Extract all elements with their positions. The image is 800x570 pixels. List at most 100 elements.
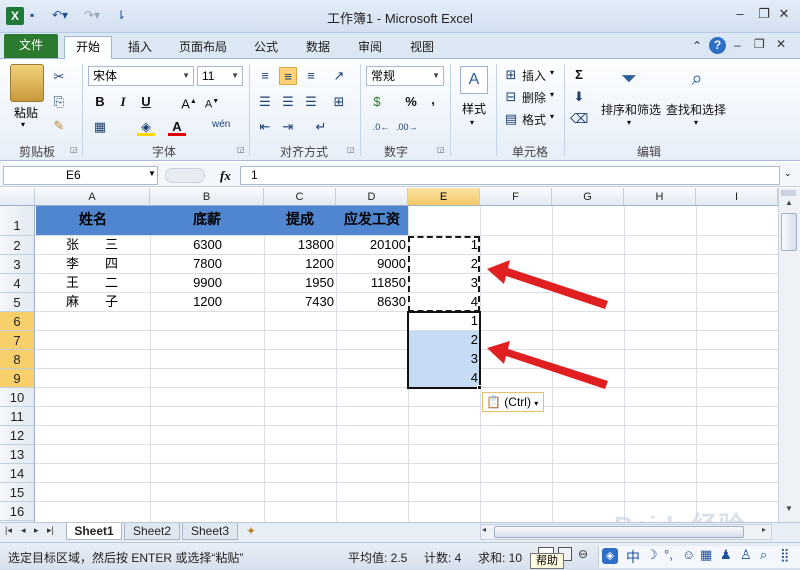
ime-user-icon[interactable]: ♙ [740,547,752,563]
decrease-font-icon[interactable]: A▼ [203,93,221,111]
phonetic-guide-button[interactable]: wén [212,119,230,130]
ime-punctuation-icon[interactable]: °, [664,547,673,562]
fill-icon[interactable]: ⬇ [570,88,588,106]
delete-dropdown-icon[interactable]: ▾ [550,90,554,99]
borders-icon[interactable]: ▦ [91,118,109,136]
delete-cells-icon[interactable]: ⊟ [502,88,520,106]
ime-emoji-icon[interactable]: ☺ [682,547,695,562]
sheet-tab-sheet3[interactable]: Sheet3 [182,523,238,540]
bold-button[interactable]: B [91,93,109,111]
tab-insert[interactable]: 插入 [120,37,160,59]
styles-icon[interactable]: A [460,66,488,94]
align-top-icon[interactable]: ≡ [256,67,274,85]
dialog-launcher-icon[interactable]: ◲ [237,145,245,154]
sheet-nav-prev-icon[interactable]: ◂ [21,525,26,536]
sheet-nav-next-icon[interactable]: ▸ [34,525,39,536]
scroll-left-icon[interactable]: ◂ [482,525,486,534]
format-cells-icon[interactable]: ▤ [502,110,520,128]
scroll-down-icon[interactable]: ▼ [781,504,797,518]
sheet-tab-sheet1[interactable]: Sheet1 [66,523,122,540]
name-box[interactable]: E6 [3,166,158,185]
sheet-nav-last-icon[interactable]: ▸| [47,525,54,536]
merge-center-icon[interactable]: ⊞ [330,93,348,111]
align-bottom-icon[interactable]: ≡ [302,67,320,85]
tab-home[interactable]: 开始 [64,36,112,60]
formula-bar-handle-icon[interactable] [165,168,205,183]
insert-cells-icon[interactable]: ⊞ [502,66,520,84]
align-middle-icon[interactable]: ≡ [279,67,297,85]
format-painter-icon[interactable]: ✎ [50,117,68,135]
align-center-icon[interactable]: ☰ [279,93,297,111]
find-select-dropdown-icon[interactable]: ▾ [694,118,698,127]
font-size-combo[interactable]: 11 ▼ [197,66,243,86]
close-icon[interactable]: ✕ [774,6,794,24]
tab-review[interactable]: 审阅 [350,37,390,59]
dialog-launcher-icon[interactable]: ◲ [70,145,78,154]
h-scroll-thumb[interactable] [494,526,744,538]
scroll-right-icon[interactable]: ▸ [762,525,766,534]
insert-cells-label[interactable]: 插入 [522,67,546,84]
tab-formulas[interactable]: 公式 [246,37,286,59]
insert-sheet-icon[interactable]: ✦ [246,524,256,538]
styles-dropdown-icon[interactable]: ▾ [470,118,474,127]
format-cells-label[interactable]: 格式 [522,111,546,128]
ime-logo-icon[interactable]: ◈ [602,548,618,564]
ime-skin-icon[interactable]: ♟ [720,547,732,563]
accounting-format-icon[interactable]: $ [368,93,386,111]
find-select-label[interactable]: 查找和选择 [666,101,726,118]
cut-icon[interactable]: ✂ [50,68,68,86]
doc-minimize-icon[interactable]: – [734,38,741,52]
find-select-icon[interactable]: ⌕ [684,64,710,94]
worksheet-grid[interactable]: A B C D E F G H I 1 2 3 4 5 6 7 8 9 10 1… [0,188,778,522]
name-box-dropdown-icon[interactable]: ▼ [148,169,156,178]
wrap-text-icon[interactable]: ↵ [312,118,330,136]
insert-dropdown-icon[interactable]: ▾ [550,68,554,77]
doc-close-icon[interactable]: ✕ [776,37,786,51]
dialog-launcher-icon[interactable]: ◲ [347,145,355,154]
clear-icon[interactable]: ⌫ [570,110,588,128]
formula-expand-icon[interactable]: ⌄ [784,168,792,179]
underline-button[interactable]: U [137,93,155,111]
sheet-nav-first-icon[interactable]: |◂ [5,525,12,536]
formula-input[interactable]: 1 [240,166,780,185]
zoom-out-icon[interactable]: ⊖ [578,547,588,561]
number-format-combo[interactable]: 常规 ▼ [366,66,444,86]
orientation-icon[interactable]: ↗ [330,67,348,85]
align-right-icon[interactable]: ☰ [302,93,320,111]
split-box-icon[interactable] [781,190,796,196]
percent-button[interactable]: % [402,93,420,111]
paste-dropdown-icon[interactable]: ▾ [21,120,25,129]
decrease-decimal-icon[interactable]: .00→ [396,118,418,136]
scroll-thumb[interactable] [781,213,797,251]
minimize-icon[interactable]: – [730,6,750,24]
sort-filter-icon[interactable]: ⏷ [616,64,642,94]
tab-view[interactable]: 视图 [402,37,442,59]
ime-grid-icon[interactable]: ⣿ [780,547,790,563]
align-left-icon[interactable]: ☰ [256,93,274,111]
increase-decimal-icon[interactable]: .0← [372,118,390,136]
autosum-icon[interactable]: Σ [570,66,588,84]
sheet-tab-sheet2[interactable]: Sheet2 [124,523,180,540]
decrease-indent-icon[interactable]: ⇤ [256,118,274,136]
comma-style-button[interactable]: , [424,91,442,109]
font-color-icon[interactable]: A [168,118,186,136]
increase-indent-icon[interactable]: ⇥ [279,118,297,136]
copy-icon[interactable]: ⎘ [50,93,68,111]
font-name-combo[interactable]: 宋体 ▼ [88,66,194,86]
insert-function-button[interactable]: fx [220,168,231,184]
italic-button[interactable]: I [114,93,132,111]
delete-cells-label[interactable]: 删除 [522,89,546,106]
paste-button-label[interactable]: 粘贴 [6,104,46,121]
ime-keyboard-icon[interactable]: ▦ [700,547,712,563]
restore-icon[interactable]: ❐ [754,6,774,24]
format-dropdown-icon[interactable]: ▾ [550,112,554,121]
sort-filter-label[interactable]: 排序和筛选 [601,101,661,118]
scroll-up-icon[interactable]: ▲ [781,198,797,212]
ime-moon-icon[interactable]: ☽ [646,547,658,563]
tab-file[interactable]: 文件 [4,34,58,58]
dialog-launcher-icon[interactable]: ◲ [437,145,445,154]
styles-button-label[interactable]: 样式 [456,100,492,117]
sort-filter-dropdown-icon[interactable]: ▾ [627,118,631,127]
tab-page-layout[interactable]: 页面布局 [172,37,234,59]
increase-font-icon[interactable]: A▲ [180,93,198,111]
